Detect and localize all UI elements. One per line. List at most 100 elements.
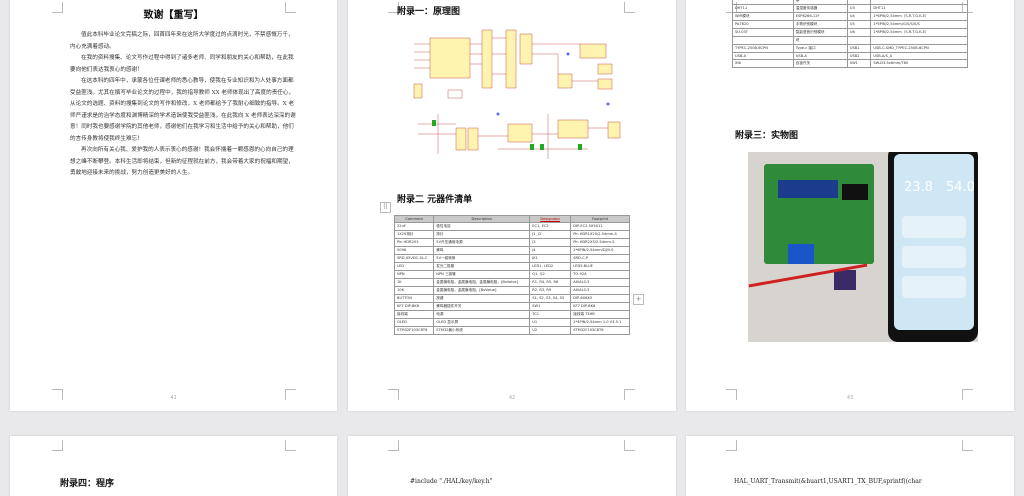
table-cell: Pin HDR2X3/2.54mm-S <box>570 238 630 247</box>
table-cell: 1K <box>393 278 435 287</box>
phone: 23.8 54.0 <box>888 152 978 342</box>
table-cell: U3 <box>846 4 872 13</box>
table-cell: XI6 <box>732 59 794 68</box>
table-cell: JK1 <box>529 254 572 263</box>
table-cell <box>846 36 872 45</box>
table-cell: Pin HDR1X20/2.54mm-S <box>570 230 630 239</box>
table-row: STM32F103C8T6 STM32最小系统 U2 STM32F103C8T6 <box>393 326 630 335</box>
acknowledgement-body: 值此本科毕业论文完稿之际，回首四年来在这所大学度过的点滴时光，不禁感慨万千，内心… <box>70 30 298 180</box>
table-cell: SW-D3.5x6mm/T80 <box>870 59 968 68</box>
table-cell: PA7620 <box>732 20 794 29</box>
table-cell: SW1 <box>846 59 872 68</box>
ack-paragraph: 在这本科的四年中，承蒙各位任课老师的悉心教导，使我在专业知识和为人处事方面都受益… <box>70 78 296 142</box>
table-row: TYPEC-250B-6CPN Type-c 接口 USB1 USB-C-SMD_TY… <box>732 44 968 53</box>
table-cell: TC1 <box>529 310 572 319</box>
table-cell: SRD-05VDC-SL-C <box>393 254 435 263</box>
table-cell: Type-c 接口 <box>792 44 848 53</box>
table-cell: OLED <box>393 318 435 327</box>
temperature-reading: 23.8 <box>904 180 933 195</box>
table-cell: 10K <box>393 286 435 295</box>
corner-mark <box>624 2 635 13</box>
table-cell: AXIAL0.3 <box>570 278 630 287</box>
page-number: 43 <box>846 395 854 401</box>
table-cell: 1*6PIN/2.54mm（S.R.T.G.K.E） <box>870 12 968 21</box>
table-cell: TYPEC-250B-6CPN <box>732 44 794 53</box>
table-cell: 接线端 <box>393 310 435 319</box>
table-cell: U4 <box>846 12 872 21</box>
page-45: #include "./HAL/key/key.h" <box>348 436 676 496</box>
table-cell: 按键 <box>433 294 531 303</box>
table-row: 1X20排针 排针 J1, J2 Pin HDR1X20/2.54mm-S <box>393 230 630 239</box>
corner-mark <box>388 440 399 451</box>
table-cell: J1, J2 <box>529 230 572 239</box>
component-list-table-continued: 模 DHT11 温湿度传感器 U3 DHT11 WiFi模块 ESP8266-12F U4 1*… <box>732 0 968 68</box>
table-row: PA7620 手势识别模块 U5 1*5PIN/2.54mm/G/S/S/S/S <box>732 20 968 29</box>
phone-screen: 23.8 54.0 <box>894 154 975 330</box>
table-row: 接线端 电源 TC1 接线端 T3HB <box>393 310 630 319</box>
column-header: Description <box>433 215 531 223</box>
table-cell <box>732 36 794 45</box>
table-cell: U1 <box>529 318 572 327</box>
table-cell: U6 <box>846 28 872 37</box>
table-cell: Q1, Q2 <box>529 270 572 279</box>
table-cell: DIP-EC2.5X5X11 <box>570 222 630 231</box>
table-move-handle[interactable]: ⠿ <box>380 202 391 213</box>
table-row: 22uF 极性电容 EC1, EC2 DIP-EC2.5X5X11 <box>393 222 630 231</box>
relay-module <box>788 244 814 264</box>
code-line: HAL_UART_Transmit(&huart1,USART1_TX_BUF,… <box>734 478 922 485</box>
table-cell: 5V一组转换 <box>433 254 531 263</box>
table-row: Pin HDR2X3 5V升压通用电源 J3 Pin HDR2X3/2.54mm-S <box>393 238 630 247</box>
table-row: USB-A USB-A USB2 USB-A/S_A <box>732 52 968 60</box>
oled-module <box>842 184 868 200</box>
table-cell: J4 <box>529 246 572 255</box>
table-cell: 排针 <box>433 230 531 239</box>
pcb-board <box>764 164 874 264</box>
corner-mark <box>285 440 296 451</box>
table-cell: TO-92A <box>570 270 630 279</box>
table-cell: SRD-C-P <box>570 254 630 263</box>
table-cell: 手势识别模块 <box>792 20 848 29</box>
humidity-reading: 54.0 <box>946 180 975 195</box>
table-cell: KF7 DIP-BK6 <box>570 302 630 311</box>
table-cell: 智能语音识别模块 <box>792 28 848 37</box>
corner-mark <box>624 440 635 451</box>
column-header: Designator <box>529 215 572 223</box>
sensor-module <box>834 270 856 290</box>
table-row: SRD-05VDC-SL-C 5V一组转换 JK1 SRD-C-P <box>393 254 630 263</box>
table-cell: Pin HDR2X3 <box>393 238 435 247</box>
table-cell: 金属膜电阻，金属膜电阻，金属膜电阻，[BsValue] <box>433 278 531 287</box>
table-row: LED 发光二极管 LED1, LED2 LED5-BLUE <box>393 262 630 271</box>
page-46: HAL_UART_Transmit(&huart1,USART1_TX_BUF,… <box>686 436 1014 496</box>
table-cell: 块 <box>792 36 848 45</box>
table-cell: 1*4PIN/2.54mm 1.0 V3.5.1 <box>570 318 630 327</box>
ack-paragraph: 再次向所有关心我、爱护我的人表示衷心的感谢！我会怀揣着一颗感恩的心向自己的理想之… <box>70 147 294 176</box>
hardware-photo: 23.8 54.0 <box>748 152 978 342</box>
table-cell: 金属膜电阻，金属膜电阻，[BsValue] <box>433 286 531 295</box>
table-cell: OLED 显示屏 <box>433 318 531 327</box>
table-cell: 1X20排针 <box>393 230 435 239</box>
table-cell: NPN <box>393 270 435 279</box>
component-list-table: Comment Description Designator Footprint… <box>393 215 630 335</box>
table-row: 5096 蜂鸣 J4 1*6PIN/2.54mm/DJ/V.0 <box>393 246 630 255</box>
table-header-row: Comment Description Designator Footprint <box>393 215 630 223</box>
table-cell: R2, R3, R9 <box>529 286 572 295</box>
table-cell: S1, S2, S3, S4, S5 <box>529 294 572 303</box>
table-row: OLED OLED 显示屏 U1 1*4PIN/2.54mm 1.0 V3.5.1 <box>393 318 630 327</box>
table-row: KF7 DIP-BK6 蜂鸣器插件开关 SW1 KF7 DIP-BK6 <box>393 302 630 311</box>
table-cell: USB-A/S_A <box>870 52 968 60</box>
table-cell: 接线端 T3HB <box>570 310 630 319</box>
table-cell: USB-A <box>732 52 794 60</box>
page-43: 模 DHT11 温湿度传感器 U3 DHT11 WiFi模块 ESP8266-12F U4 1*… <box>686 0 1014 411</box>
page-42: 附录一：原理图 附录二 元器件清单 ⠿ + Comment Descriptio… <box>348 0 676 411</box>
table-cell: DIP-6X6X5 <box>570 294 630 303</box>
page-number: 41 <box>170 395 177 401</box>
table-cell: 蜂鸣 <box>433 246 531 255</box>
table-cell: STM32F103C8T6 <box>393 326 435 335</box>
table-row: SU-03T 智能语音识别模块 U6 1*8PIN/2.54mm（S.R.T.G.K.… <box>732 28 968 37</box>
table-cell: 极性电容 <box>433 222 531 231</box>
table-add-row-button[interactable]: + <box>633 294 644 305</box>
table-cell: 温湿度传感器 <box>792 4 848 13</box>
table-cell: NPN 三极管 <box>433 270 531 279</box>
table-cell: 5096 <box>393 246 435 255</box>
schematic-diagram <box>413 29 621 159</box>
